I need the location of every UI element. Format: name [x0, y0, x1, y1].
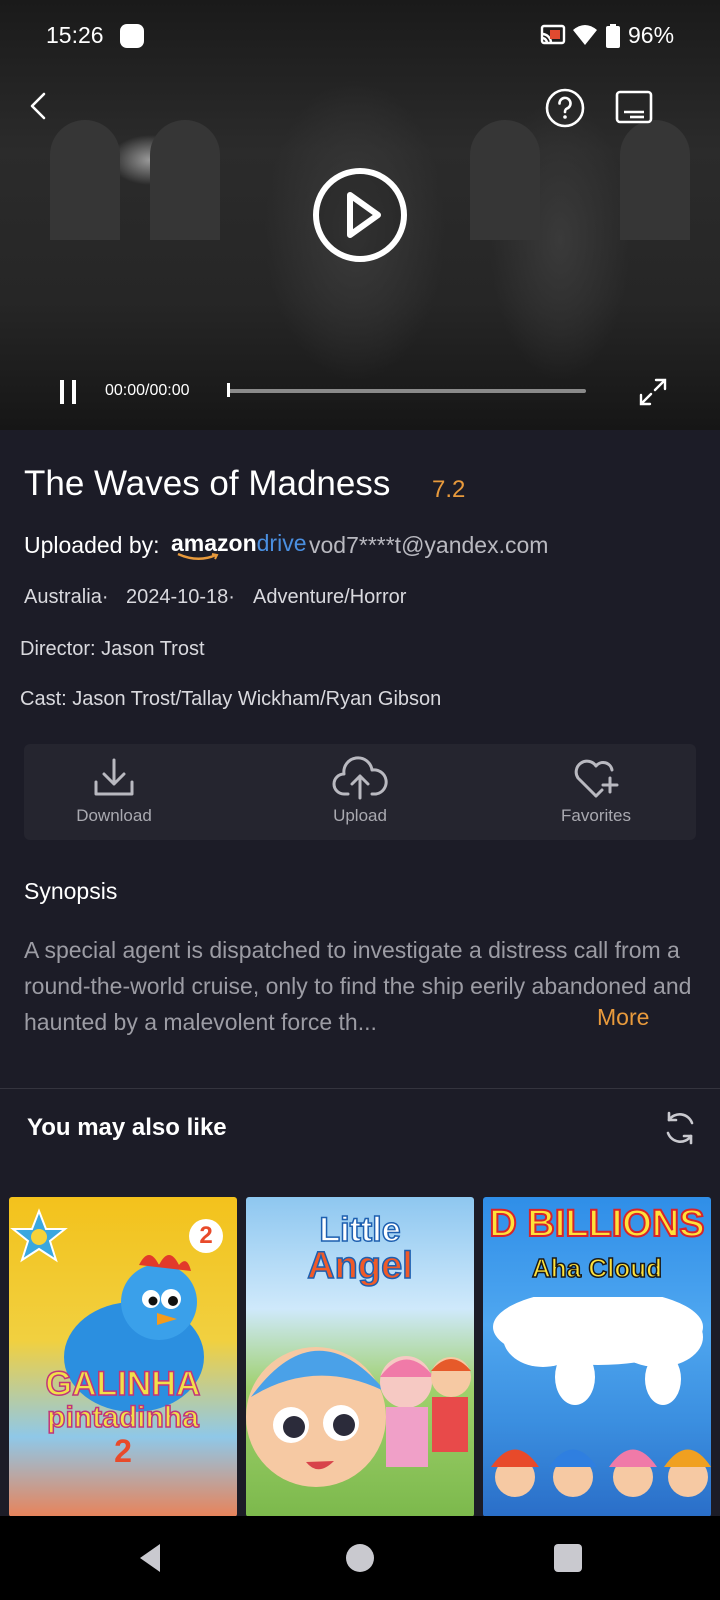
action-bar: Download Upload Favorites: [24, 744, 696, 840]
card-title-line2: pintadinha: [46, 1400, 199, 1435]
nav-recents-icon[interactable]: [546, 1536, 590, 1580]
seek-bar[interactable]: [228, 389, 586, 393]
synopsis-more-link[interactable]: More: [597, 1004, 649, 1031]
favorites-button[interactable]: Favorites: [536, 744, 656, 840]
brand-drive: drive: [256, 530, 307, 556]
refresh-icon[interactable]: [660, 1108, 700, 1148]
seek-handle[interactable]: [227, 383, 230, 397]
battery-icon: [606, 24, 620, 48]
cast-icon: [540, 24, 566, 45]
fullscreen-icon[interactable]: [637, 376, 669, 408]
background-arch: [150, 120, 220, 240]
recommendation-card[interactable]: D BILLIONS Aha Cloud: [483, 1197, 711, 1517]
upload-cloud-icon: [332, 756, 388, 800]
nav-home-icon[interactable]: [338, 1536, 382, 1580]
card-title-line3: 2: [114, 1433, 132, 1469]
cloud-illustration: [491, 1297, 711, 1497]
movie-title: The Waves of Madness: [24, 464, 391, 503]
movie-director: Director: Jason Trost: [20, 638, 205, 660]
battery-percentage: 96%: [628, 22, 675, 48]
download-button[interactable]: Download: [54, 744, 174, 840]
card-title-line1: GALINHA: [45, 1364, 201, 1404]
upload-button[interactable]: Upload: [300, 744, 420, 840]
uploader-email: vod7****t@yandex.com: [309, 532, 549, 558]
movie-date: 2024-10-18·: [126, 586, 235, 608]
synopsis-heading: Synopsis: [24, 878, 118, 904]
help-icon[interactable]: [543, 86, 587, 130]
recommendation-card[interactable]: Little Angel: [246, 1197, 474, 1517]
favorites-label: Favorites: [561, 806, 631, 825]
playback-time: 00:00/00:00: [105, 382, 190, 399]
video-player[interactable]: 15:26 96% 00:00/00:00: [0, 0, 720, 430]
movie-cast: Cast: Jason Trost/Tallay Wickham/Ryan Gi…: [20, 688, 442, 710]
recommendations-heading: You may also like: [27, 1114, 227, 1141]
download-label: Download: [76, 806, 152, 825]
recommendation-card[interactable]: 2 GALINHA pintadinha 2: [9, 1197, 237, 1517]
download-icon: [94, 758, 134, 796]
section-divider: [0, 1088, 720, 1089]
upload-label: Upload: [333, 806, 387, 825]
status-bar: 15:26 96%: [0, 0, 720, 72]
background-arch: [50, 120, 120, 240]
status-time: 15:26: [46, 22, 104, 48]
notification-icon: [120, 24, 144, 48]
nav-back-icon[interactable]: [130, 1536, 174, 1580]
movie-rating: 7.2: [432, 476, 466, 503]
synopsis-text: A special agent is dispatched to investi…: [24, 937, 692, 1035]
background-arch: [470, 120, 540, 240]
subtitles-icon[interactable]: [612, 86, 656, 130]
heart-plus-icon: [574, 759, 619, 798]
movie-country: Australia·: [24, 586, 109, 608]
wifi-icon: [573, 25, 597, 45]
baby-illustration: [246, 1347, 471, 1487]
play-icon[interactable]: [310, 165, 410, 265]
pause-icon[interactable]: [54, 376, 84, 408]
card-title-line2: Aha Cloud: [531, 1252, 663, 1284]
back-arrow-icon[interactable]: [18, 84, 62, 128]
background-arch: [620, 120, 690, 240]
uploaded-by-label: Uploaded by:: [24, 532, 160, 558]
amazon-smile-icon: [177, 553, 219, 560]
card-title-line1: D BILLIONS: [488, 1202, 705, 1246]
system-navigation-bar: [0, 1516, 720, 1600]
movie-genre: Adventure/Horror: [253, 586, 407, 608]
card-title-line2: Angel: [306, 1244, 413, 1288]
